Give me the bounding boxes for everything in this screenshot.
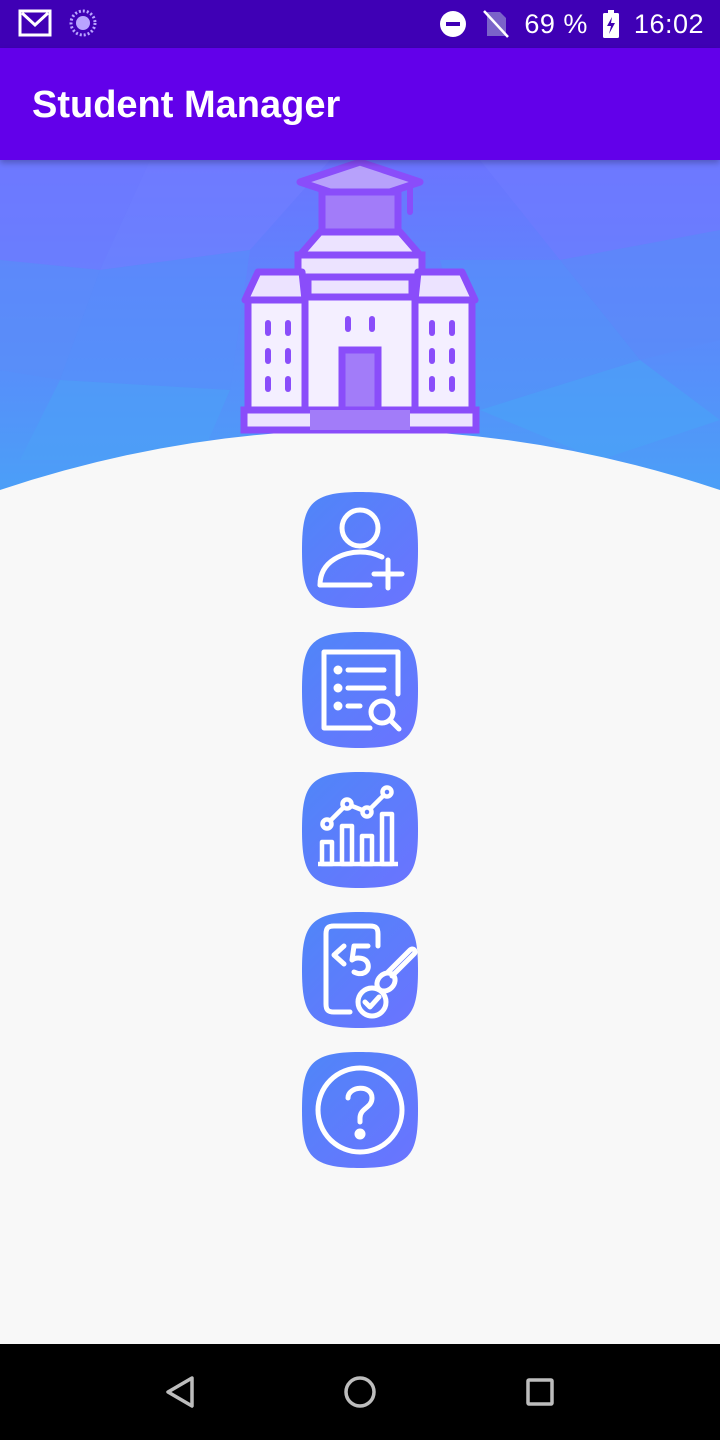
recents-icon[interactable] bbox=[516, 1368, 564, 1416]
clock: 16:02 bbox=[633, 8, 704, 39]
grade-filter-button[interactable] bbox=[300, 910, 420, 1030]
app-bar: Student Manager bbox=[0, 48, 720, 160]
do-not-disturb-icon bbox=[440, 11, 467, 37]
home-icon[interactable] bbox=[336, 1368, 384, 1416]
header-banner bbox=[0, 160, 720, 500]
battery-charging-icon bbox=[602, 10, 619, 38]
student-list-button[interactable] bbox=[300, 630, 420, 750]
battery-percent: 69 % bbox=[524, 8, 588, 39]
status-bar: 69 % 16:02 bbox=[0, 0, 720, 48]
back-icon[interactable] bbox=[156, 1368, 204, 1416]
add-student-button[interactable] bbox=[300, 490, 420, 610]
main-menu bbox=[300, 490, 420, 1190]
page-title: Student Manager bbox=[32, 84, 341, 126]
help-button[interactable] bbox=[300, 1050, 420, 1170]
loading-icon bbox=[69, 9, 97, 37]
system-nav-bar bbox=[0, 1344, 720, 1440]
no-sim-icon bbox=[483, 10, 510, 38]
gmail-icon bbox=[18, 9, 52, 37]
statistics-button[interactable] bbox=[300, 770, 420, 890]
